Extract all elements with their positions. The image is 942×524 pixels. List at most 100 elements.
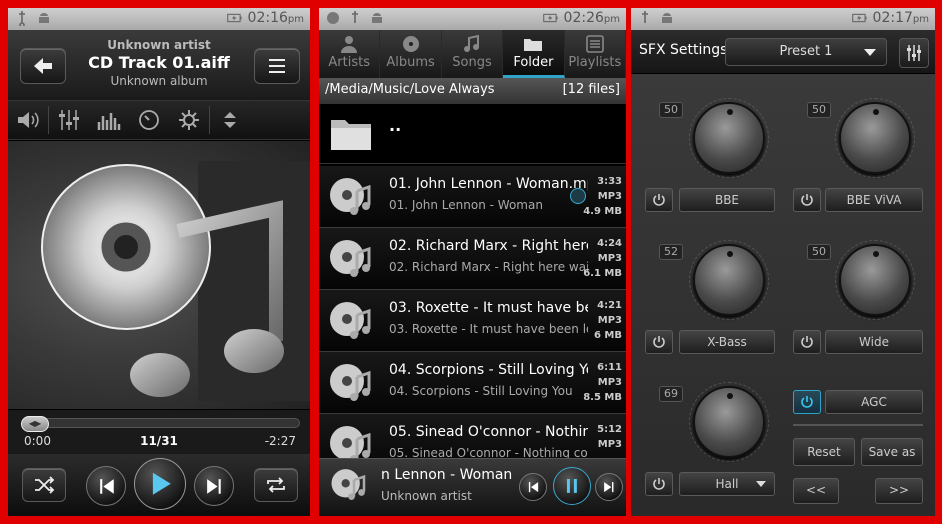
note-icon xyxy=(464,35,480,52)
x-bass-knob[interactable] xyxy=(689,240,769,320)
tab-label: Folder xyxy=(513,55,554,70)
agc-button[interactable]: AGC xyxy=(825,390,923,414)
song-subtitle: 02. Richard Marx - Right here waiting xyxy=(389,260,588,274)
expand-collapse-icon[interactable] xyxy=(210,104,250,136)
song-subtitle: 04. Scorpions - Still Loving You xyxy=(389,384,573,398)
player-screen: 02:16pm Unknown artist CD Track 01.aiff … xyxy=(8,8,310,516)
bbe-knob[interactable] xyxy=(689,98,769,178)
folder-icon xyxy=(524,39,543,51)
bbe-viva-knob[interactable] xyxy=(835,98,915,178)
track-artist: Unknown artist xyxy=(107,38,211,52)
library-screen: 02:26pm Artists Albums Songs Folder Play… xyxy=(319,8,626,516)
mini-pause-button[interactable] xyxy=(553,467,591,505)
bbe-viva-label-button[interactable]: BBE ViVA xyxy=(825,188,923,212)
equalizer-settings-button[interactable] xyxy=(899,38,929,68)
song-format: MP3 xyxy=(597,315,622,326)
previous-button[interactable] xyxy=(86,466,126,506)
usb-icon xyxy=(347,10,363,26)
wide-value: 50 xyxy=(807,244,831,260)
volume-icon[interactable] xyxy=(8,104,48,136)
tab-label: Playlists xyxy=(568,55,622,70)
cd-music-note-icon xyxy=(327,173,375,221)
next-icon xyxy=(603,481,614,492)
knob-indicator xyxy=(727,251,733,257)
file-count: [12 files] xyxy=(562,82,620,97)
remaining-time: -2:27 xyxy=(264,434,296,448)
reverb-value: 69 xyxy=(659,386,683,402)
song-duration: 4:21 xyxy=(597,300,622,311)
current-path: /Media/Music/Love Always xyxy=(325,82,495,97)
playback-controls xyxy=(8,454,310,516)
status-bar: 02:16pm xyxy=(8,8,310,30)
wide-knob[interactable] xyxy=(835,240,915,320)
sliders-icon xyxy=(907,45,921,61)
back-button[interactable] xyxy=(20,48,66,84)
reverb-knob[interactable] xyxy=(689,382,769,462)
seek-bar[interactable]: ◀▶ xyxy=(21,416,300,432)
song-format: MP3 xyxy=(597,377,622,388)
clock: 02:26 xyxy=(563,10,604,26)
cd-music-note-icon xyxy=(41,161,310,401)
clock-ampm: pm xyxy=(912,14,929,25)
song-meta: 3:33 MP3 4.9 MB xyxy=(583,174,622,219)
sfx-title: SFX Settings xyxy=(639,42,728,58)
song-row[interactable]: 03. Roxette - It must have been love 03. … xyxy=(319,290,626,352)
folder-icon xyxy=(331,120,371,150)
seek-handle[interactable]: ◀▶ xyxy=(21,416,49,432)
settings-icon[interactable] xyxy=(169,104,209,136)
repeat-button[interactable] xyxy=(254,468,298,502)
clock-ampm: pm xyxy=(287,14,304,25)
tab-artists[interactable]: Artists xyxy=(319,30,381,78)
tab-folder[interactable]: Folder xyxy=(503,30,565,78)
previous-preset-button[interactable]: << xyxy=(793,478,839,504)
mini-previous-button[interactable] xyxy=(519,473,547,501)
bbe-value: 50 xyxy=(659,102,683,118)
tab-songs[interactable]: Songs xyxy=(442,30,504,78)
android-icon xyxy=(36,10,52,26)
reverb-type-value: Hall xyxy=(715,477,739,491)
reverb-type-dropdown[interactable]: Hall xyxy=(679,472,775,496)
mini-next-button[interactable] xyxy=(595,473,623,501)
save-as-button[interactable]: Save as xyxy=(861,438,923,466)
dropdown-caret-icon xyxy=(756,481,766,487)
play-icon xyxy=(153,473,171,495)
tab-albums[interactable]: Albums xyxy=(380,30,442,78)
song-row[interactable]: 02. Richard Marx - Right here waiting 02.… xyxy=(319,228,626,290)
bbe-label-button[interactable]: BBE xyxy=(679,188,775,212)
reset-button[interactable]: Reset xyxy=(793,438,855,466)
album-art xyxy=(8,141,310,409)
shuffle-button[interactable] xyxy=(22,468,66,502)
agc-power-toggle[interactable] xyxy=(793,390,821,414)
status-bar: 02:26pm xyxy=(319,8,626,30)
x-bass-power-toggle[interactable] xyxy=(645,330,673,354)
wide-label-button[interactable]: Wide xyxy=(825,330,923,354)
equalizer-icon[interactable] xyxy=(89,104,129,136)
usb-icon xyxy=(637,10,653,26)
wide-power-toggle[interactable] xyxy=(793,330,821,354)
reverb-power-toggle[interactable] xyxy=(645,472,673,496)
song-row[interactable]: 04. Scorpions - Still Loving You 04. Scor… xyxy=(319,352,626,414)
menu-button[interactable] xyxy=(254,48,300,84)
next-preset-button[interactable]: >> xyxy=(875,478,923,504)
divider xyxy=(793,424,923,426)
parent-dir-label: .. xyxy=(389,116,402,135)
bbe-power-toggle[interactable] xyxy=(645,188,673,212)
power-icon xyxy=(801,194,813,206)
bbe-viva-power-toggle[interactable] xyxy=(793,188,821,212)
menu-icon xyxy=(269,59,285,73)
play-button[interactable] xyxy=(134,458,186,510)
cd-music-note-icon xyxy=(327,235,375,283)
x-bass-label-button[interactable]: X-Bass xyxy=(679,330,775,354)
sleep-timer-icon[interactable] xyxy=(129,104,169,136)
tab-playlists[interactable]: Playlists xyxy=(565,30,626,78)
song-title: 05. Sinead O'connor - Nothing compares 2… xyxy=(389,424,588,440)
mixer-icon[interactable] xyxy=(49,104,89,136)
parent-directory-row[interactable]: .. xyxy=(319,104,626,164)
next-button[interactable] xyxy=(194,466,234,506)
knob-indicator xyxy=(727,109,733,115)
dropdown-caret-icon xyxy=(864,49,876,56)
preset-dropdown[interactable]: Preset 1 xyxy=(725,38,887,66)
song-row[interactable]: 01. John Lennon - Woman.mp3 01. John Lenn… xyxy=(319,166,626,228)
library-tabs: Artists Albums Songs Folder Playlists xyxy=(319,30,626,78)
song-duration: 4:24 xyxy=(597,238,622,249)
